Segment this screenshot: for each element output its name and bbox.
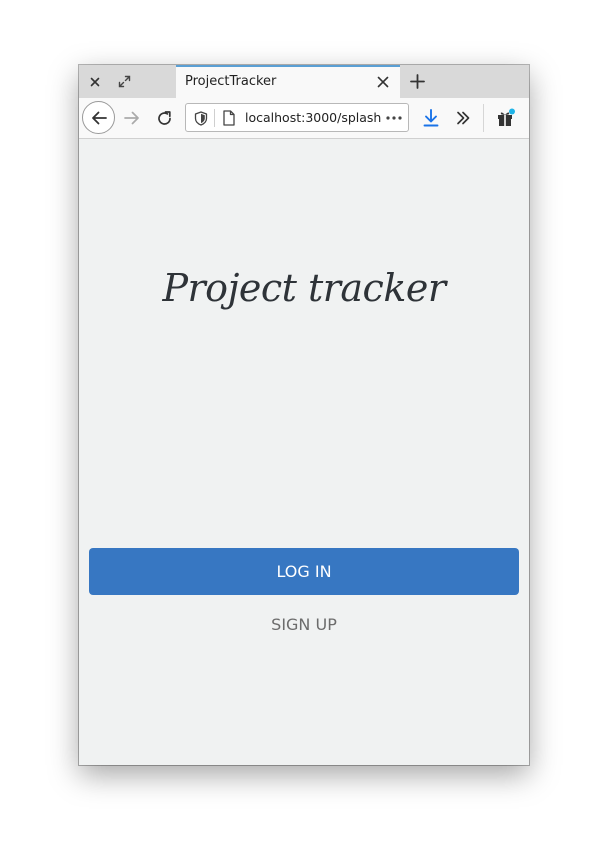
shield-icon[interactable]: [194, 111, 208, 126]
gift-icon: [498, 108, 515, 126]
tab-projecttracker[interactable]: ProjectTracker: [176, 65, 400, 98]
plus-icon: [409, 74, 425, 89]
download-icon: [423, 109, 439, 127]
chevrons-right-icon: [457, 111, 470, 125]
browser-window: ProjectTracker localhost:3000/splash Pro…: [79, 65, 529, 765]
navigation-bar: localhost:3000/splash: [79, 98, 529, 139]
signup-button[interactable]: SIGN UP: [229, 609, 379, 639]
url-text[interactable]: localhost:3000/splash: [245, 110, 381, 125]
tab-title: ProjectTracker: [185, 74, 277, 89]
whats-new-button[interactable]: [494, 106, 518, 130]
new-tab-button[interactable]: [406, 65, 428, 98]
url-bar[interactable]: localhost:3000/splash: [185, 103, 409, 132]
expand-icon: [118, 75, 130, 88]
fullscreen-button[interactable]: [113, 65, 135, 98]
forward-button[interactable]: [121, 107, 143, 129]
page-title: Project tracker: [162, 266, 446, 310]
reload-icon: [157, 110, 171, 125]
page-content: Project tracker LOG IN SIGN UP: [79, 139, 529, 765]
close-icon: [90, 77, 100, 86]
back-button[interactable]: [82, 101, 115, 134]
close-icon[interactable]: [376, 75, 390, 89]
close-window-button[interactable]: [85, 65, 105, 98]
page-icon[interactable]: [222, 110, 236, 126]
downloads-button[interactable]: [420, 107, 442, 129]
login-button[interactable]: LOG IN: [89, 548, 519, 595]
reload-button[interactable]: [153, 107, 175, 129]
overflow-menu-button[interactable]: [452, 107, 474, 129]
toolbar-divider: [483, 104, 484, 132]
tab-strip: ProjectTracker: [79, 65, 529, 98]
arrow-right-icon: [124, 111, 139, 125]
arrow-left-icon: [91, 111, 107, 124]
url-separator: [214, 109, 215, 127]
ellipsis-icon[interactable]: [386, 116, 402, 120]
